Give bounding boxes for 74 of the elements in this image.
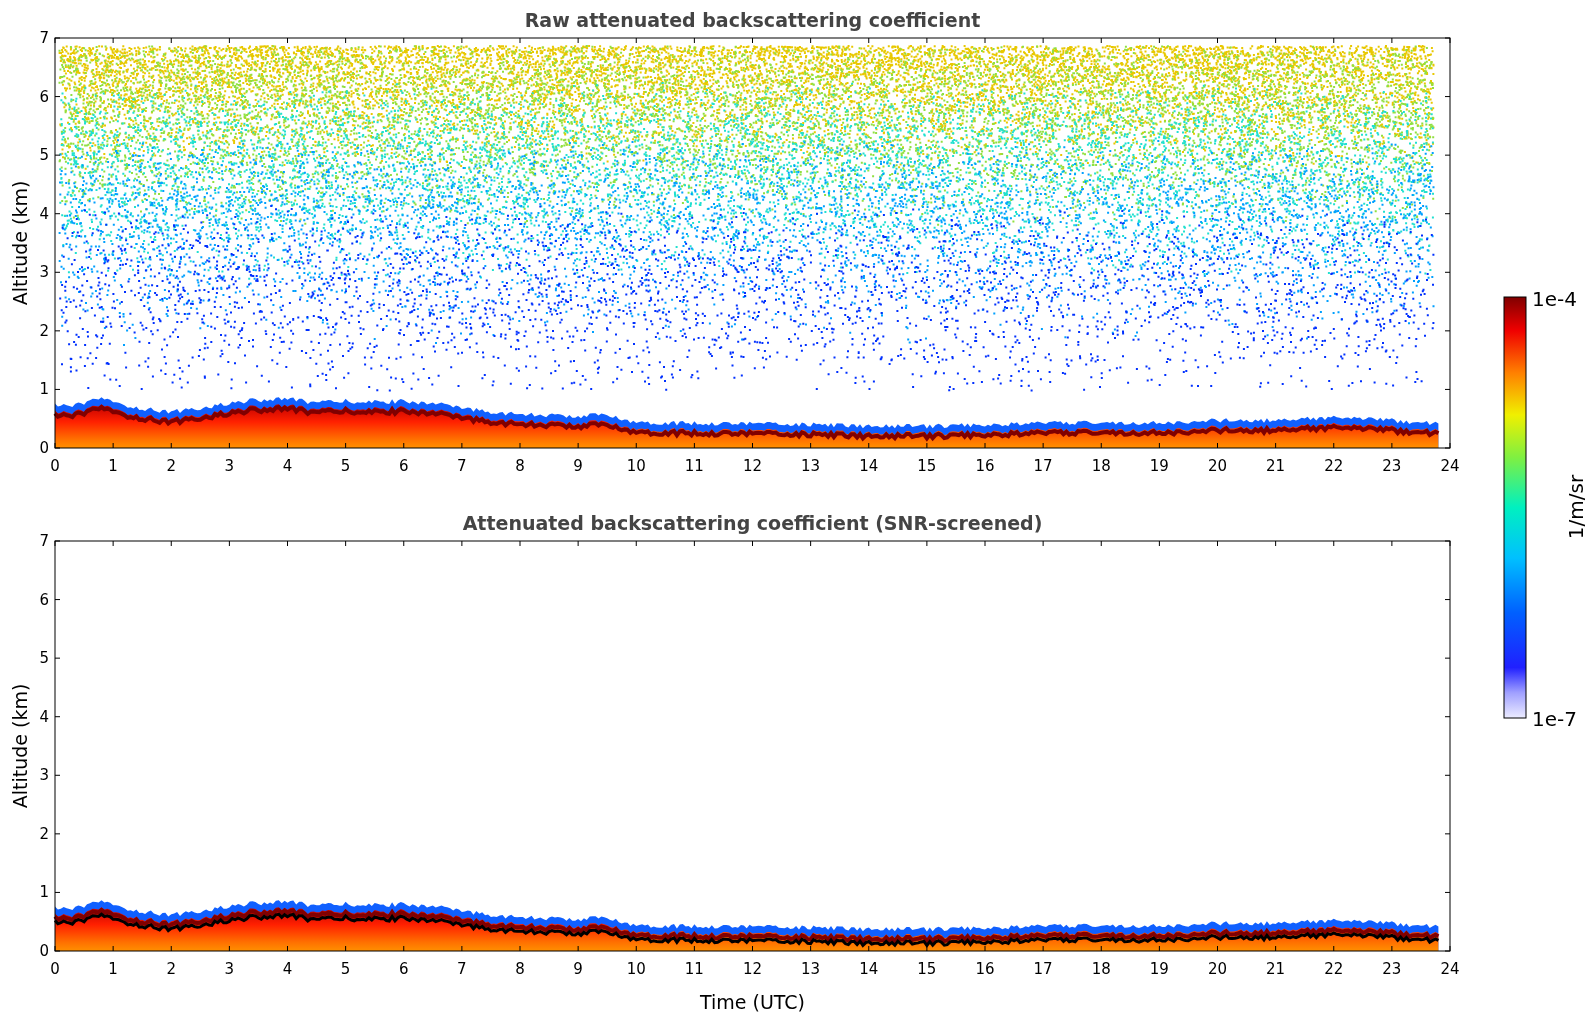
x-tick-label: 18 <box>1091 457 1111 475</box>
x-tick-label: 20 <box>1207 960 1228 978</box>
x-tick-label: 7 <box>457 960 467 978</box>
x-tick-label: 4 <box>282 457 293 475</box>
x-tick-label: 12 <box>742 960 763 978</box>
x-tick-label: 11 <box>684 457 704 475</box>
x-tick-label: 3 <box>224 457 235 475</box>
y-tick-label: 0 <box>39 942 49 960</box>
x-tick-label: 3 <box>224 960 235 978</box>
x-tick-label: 14 <box>859 960 879 978</box>
x-tick-label: 5 <box>340 457 351 475</box>
x-tick-label: 0 <box>50 457 60 475</box>
x-tick-label: 11 <box>684 960 704 978</box>
x-tick-label: 4 <box>282 960 293 978</box>
x-tick-label: 8 <box>515 960 525 978</box>
x-tick-label: 6 <box>399 457 409 475</box>
x-tick-label: 8 <box>515 457 525 475</box>
x-tick-label: 20 <box>1207 457 1228 475</box>
x-axis-label: Time (UTC) <box>700 991 805 1013</box>
x-tick-label: 2 <box>166 457 176 475</box>
y-tick-label: 2 <box>39 824 49 843</box>
y-tick-label: 6 <box>39 87 49 106</box>
y-tick-label: 3 <box>39 766 49 785</box>
x-tick-label: 21 <box>1266 960 1286 978</box>
y-axis-label: Altitude (km) <box>9 180 31 306</box>
x-tick-label: 19 <box>1149 960 1169 978</box>
x-tick-label: 10 <box>626 960 646 978</box>
x-tick-label: 1 <box>108 960 118 978</box>
plot-title: Attenuated backscattering coefficient (SNR-screened) <box>462 512 1043 534</box>
y-tick-label: 4 <box>39 707 49 726</box>
x-tick-label: 2 <box>166 960 176 978</box>
x-tick-label: 18 <box>1091 960 1111 978</box>
x-tick-label: 9 <box>573 960 583 978</box>
y-tick-label: 5 <box>39 649 49 668</box>
x-tick-label: 7 <box>457 457 467 475</box>
x-tick-label: 10 <box>626 457 646 475</box>
y-tick-label: 7 <box>39 29 49 47</box>
x-tick-label: 22 <box>1324 960 1344 978</box>
y-tick-label: 2 <box>39 321 49 340</box>
x-tick-label: 1 <box>108 457 118 475</box>
colorbar-unit-label: 1/m/sr <box>1564 474 1588 540</box>
x-tick-label: 15 <box>917 457 937 475</box>
x-tick-label: 17 <box>1033 457 1053 475</box>
x-tick-label: 23 <box>1382 457 1402 475</box>
x-tick-label: 17 <box>1033 960 1053 978</box>
x-tick-label: 5 <box>340 960 351 978</box>
y-tick-label: 4 <box>39 204 49 223</box>
x-tick-label: 19 <box>1149 457 1169 475</box>
x-tick-label: 13 <box>801 457 821 475</box>
x-tick-label: 24 <box>1440 960 1460 978</box>
y-tick-label: 7 <box>39 532 49 550</box>
plot-title: Raw attenuated backscattering coefficient <box>524 9 981 31</box>
colorbar-max-label: 1e-4 <box>1532 287 1577 311</box>
x-tick-label: 21 <box>1266 457 1286 475</box>
x-tick-label: 14 <box>859 457 879 475</box>
x-tick-label: 15 <box>917 960 937 978</box>
x-tick-label: 0 <box>50 960 60 978</box>
x-tick-label: 16 <box>975 457 995 475</box>
x-tick-label: 22 <box>1324 457 1344 475</box>
y-tick-label: 1 <box>39 883 49 902</box>
y-axis-label: Altitude (km) <box>9 683 31 809</box>
y-tick-label: 6 <box>39 590 49 609</box>
y-tick-label: 5 <box>39 146 49 165</box>
x-tick-label: 13 <box>801 960 821 978</box>
x-tick-label: 6 <box>399 960 409 978</box>
x-tick-label: 24 <box>1440 457 1460 475</box>
x-tick-label: 12 <box>742 457 763 475</box>
x-tick-label: 23 <box>1382 960 1402 978</box>
y-tick-label: 1 <box>39 380 49 399</box>
y-tick-label: 3 <box>39 263 49 282</box>
x-tick-label: 16 <box>975 960 995 978</box>
colorbar-min-label: 1e-7 <box>1532 707 1577 731</box>
y-tick-label: 0 <box>39 439 49 457</box>
x-tick-label: 9 <box>573 457 583 475</box>
